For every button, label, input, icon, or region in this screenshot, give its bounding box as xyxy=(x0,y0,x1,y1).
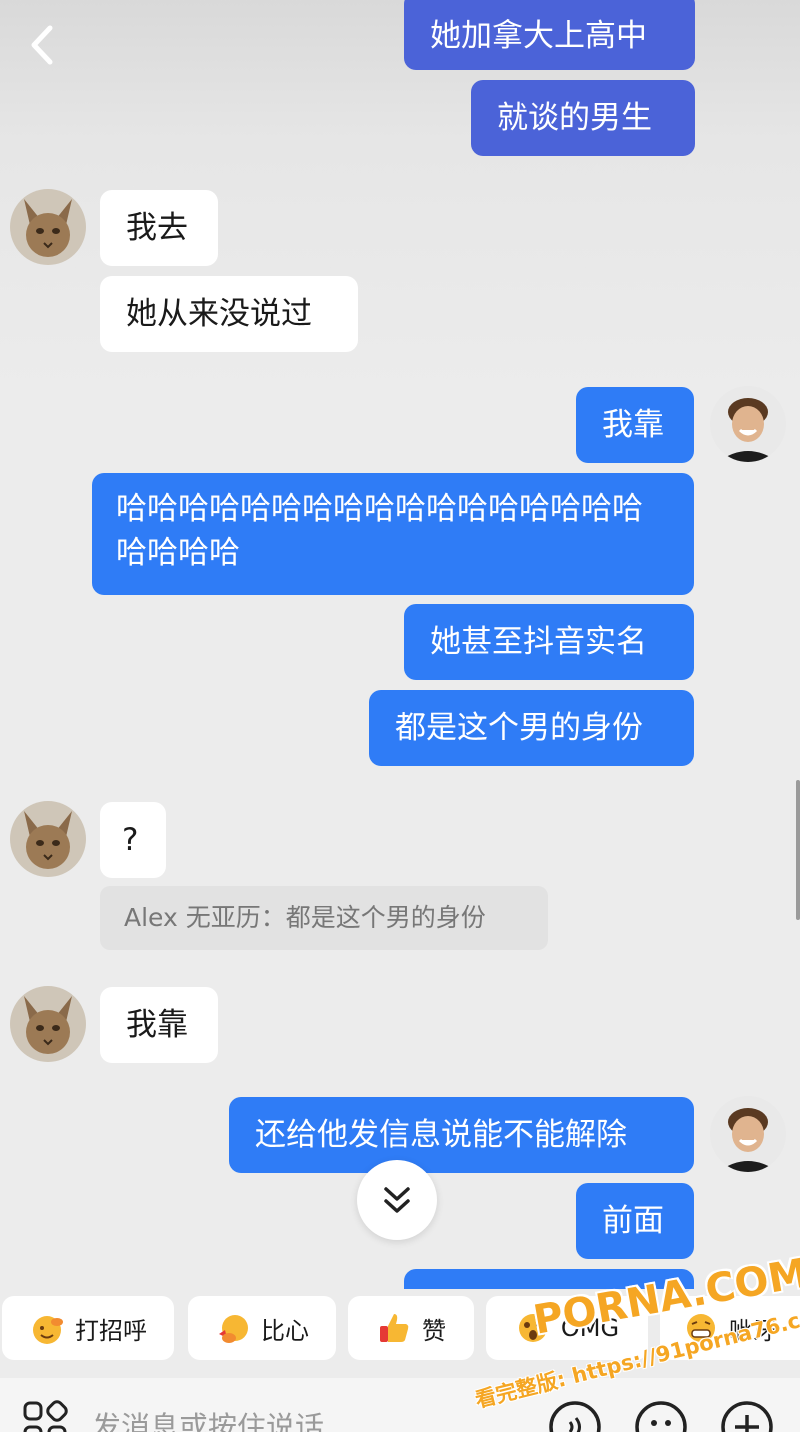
message-bubble-sent[interactable]: 都是这个男的身份 xyxy=(369,690,694,766)
message-bubble-received[interactable]: 她从来没说过 xyxy=(100,276,358,352)
finger-heart-emoji-icon xyxy=(219,1315,248,1343)
chip-label: 赞 xyxy=(422,1316,446,1345)
message-bubble-sent[interactable]: 还给他发信息说能不能解除 xyxy=(229,1097,694,1173)
message-bubble-received[interactable]: ? xyxy=(100,802,166,878)
message-bubble-sent[interactable]: 她甚至抖音实名 xyxy=(404,604,694,680)
message-bubble-received[interactable]: 我靠 xyxy=(100,987,218,1063)
cat-avatar-icon xyxy=(10,986,86,1062)
voice-icon[interactable] xyxy=(548,1400,602,1432)
message-input[interactable]: 发消息或按住说话... xyxy=(92,1404,352,1432)
message-bubble-sent[interactable]: 哈哈哈哈哈哈哈哈哈哈哈哈哈哈哈哈哈哈哈哈哈 xyxy=(92,473,694,595)
person-avatar-icon xyxy=(710,1096,786,1172)
message-input-bar: 发消息或按住说话... xyxy=(0,1378,800,1432)
quick-reply-like[interactable]: 赞 xyxy=(348,1296,474,1360)
contact-avatar[interactable] xyxy=(10,986,86,1062)
quick-reply-wave[interactable]: 打招呼 xyxy=(2,1296,174,1360)
quick-reply-bar: 打招呼 比心 赞 OMG 呲牙 xyxy=(0,1296,800,1360)
message-bubble-sent[interactable]: 前面 xyxy=(576,1183,694,1259)
chip-label: OMG xyxy=(560,1314,620,1342)
emoji-icon[interactable] xyxy=(634,1400,688,1432)
message-bubble-sent[interactable]: 我靠 xyxy=(576,387,694,463)
quick-reply-grin[interactable]: 呲牙 xyxy=(660,1296,800,1360)
apps-grid-icon[interactable] xyxy=(22,1400,68,1432)
plus-icon[interactable] xyxy=(720,1400,774,1432)
omg-emoji-icon xyxy=(518,1314,547,1342)
quick-reply-omg[interactable]: OMG xyxy=(486,1296,648,1360)
message-bubble-sent-partial[interactable] xyxy=(404,1269,694,1289)
scrollbar[interactable] xyxy=(796,780,800,920)
chip-label: 呲牙 xyxy=(729,1316,777,1345)
thumbs-up-emoji-icon xyxy=(380,1314,409,1342)
user-avatar[interactable] xyxy=(710,1096,786,1172)
cat-avatar-icon xyxy=(10,801,86,877)
quick-reply-finger-heart[interactable]: 比心 xyxy=(188,1296,336,1360)
wave-emoji-icon xyxy=(33,1316,63,1344)
message-bubble-received[interactable]: 我去 xyxy=(100,190,218,266)
cat-avatar-icon xyxy=(10,189,86,265)
scroll-to-bottom-button[interactable] xyxy=(357,1160,437,1240)
grin-emoji-icon xyxy=(687,1314,715,1342)
quoted-message[interactable]: Alex 无亚历：都是这个男的身份 xyxy=(100,886,548,950)
chip-label: 比心 xyxy=(261,1316,309,1345)
user-avatar[interactable] xyxy=(710,386,786,462)
back-button[interactable] xyxy=(22,22,62,68)
contact-avatar[interactable] xyxy=(10,801,86,877)
message-bubble-sent[interactable]: 就谈的男生 xyxy=(471,80,695,156)
chevron-left-icon xyxy=(31,25,53,65)
chip-label: 打招呼 xyxy=(75,1316,147,1345)
person-avatar-icon xyxy=(710,386,786,462)
contact-avatar[interactable] xyxy=(10,189,86,265)
double-chevron-down-icon xyxy=(384,1187,410,1213)
message-bubble-sent[interactable]: 她加拿大上高中 xyxy=(404,0,695,70)
